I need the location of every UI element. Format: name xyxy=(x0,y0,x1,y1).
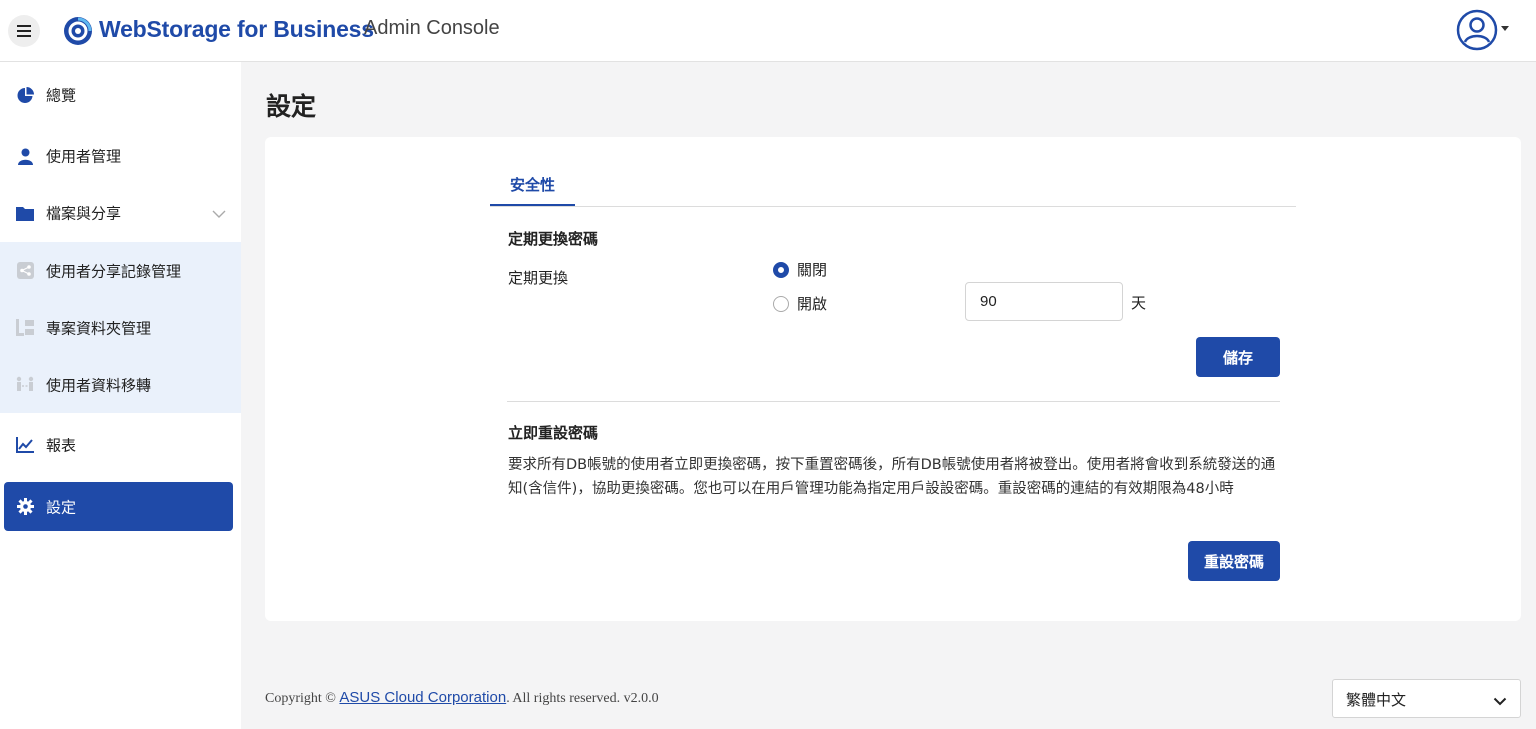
periodic-password-section-title: 定期更換密碼 xyxy=(508,230,599,248)
brand-name: WebStorage for Business xyxy=(99,16,374,42)
pie-chart-icon xyxy=(15,85,35,105)
sidebar-item-reports[interactable]: 報表 xyxy=(0,417,241,473)
radio-unselected-icon[interactable] xyxy=(773,295,789,312)
sidebar-item-files-sharing[interactable]: 檔案與分享 xyxy=(0,185,241,241)
sidebar-item-overview[interactable]: 總覽 xyxy=(0,67,241,123)
reset-password-section-title: 立即重設密碼 xyxy=(508,424,599,442)
language-selected-value: 繁體中文 xyxy=(1346,691,1407,709)
sidebar-item-label: 檔案與分享 xyxy=(46,204,122,223)
account-avatar-icon[interactable] xyxy=(1456,9,1498,51)
sidebar-item-label: 使用者分享記錄管理 xyxy=(46,262,182,280)
settings-card: 安全性 定期更換密碼 定期更換 關閉 開啟 天 儲存 立即重設密碼 要求所有DB… xyxy=(265,137,1521,621)
company-link[interactable]: ASUS Cloud Corporation xyxy=(339,689,506,706)
line-chart-icon xyxy=(15,435,35,455)
menu-toggle-button[interactable] xyxy=(8,15,40,47)
sidebar-item-share-records[interactable]: 使用者分享記錄管理 xyxy=(0,242,241,299)
sidebar-item-label: 專案資料夾管理 xyxy=(46,319,152,337)
brand-subtitle: Admin Console xyxy=(364,17,500,39)
copyright-suffix: . All rights reserved. v2.0.0 xyxy=(506,691,659,706)
sidebar-item-label: 使用者資料移轉 xyxy=(46,376,152,394)
gear-icon xyxy=(15,497,35,517)
hamburger-icon xyxy=(17,25,31,37)
days-unit-label: 天 xyxy=(1131,294,1147,312)
user-icon xyxy=(15,146,35,166)
tab-security[interactable]: 安全性 xyxy=(490,173,575,207)
share-icon xyxy=(15,261,35,281)
sidebar-item-user-management[interactable]: 使用者管理 xyxy=(0,128,241,184)
radio-label-on: 開啟 xyxy=(797,295,828,313)
sidebar-item-settings[interactable]: 設定 xyxy=(4,482,233,531)
page-title: 設定 xyxy=(266,92,317,121)
radio-option-on[interactable]: 開啟 xyxy=(773,293,827,314)
tab-underline-divider xyxy=(490,206,1296,207)
sidebar-item-data-transfer[interactable]: 使用者資料移轉 xyxy=(0,356,241,413)
language-select[interactable]: 繁體中文 xyxy=(1332,679,1521,718)
footer-copyright: Copyright © ASUS Cloud Corporation. All … xyxy=(265,689,659,707)
chevron-down-icon xyxy=(212,204,226,222)
save-button[interactable]: 儲存 xyxy=(1196,337,1280,377)
sidebar-item-label: 設定 xyxy=(46,498,77,516)
account-dropdown-caret-icon[interactable] xyxy=(1501,26,1509,31)
project-folder-icon xyxy=(15,318,35,338)
sidebar-item-project-folders[interactable]: 專案資料夾管理 xyxy=(0,299,241,356)
folder-icon xyxy=(15,203,35,223)
radio-label-off: 關閉 xyxy=(797,261,828,279)
chevron-down-icon xyxy=(1493,692,1507,710)
webstorage-logo-icon xyxy=(64,17,92,45)
reset-password-button[interactable]: 重設密碼 xyxy=(1188,541,1280,581)
copyright-prefix: Copyright © xyxy=(265,691,336,706)
section-divider xyxy=(507,401,1280,402)
top-header: WebStorage for Business Admin Console xyxy=(0,0,1536,62)
periodic-change-label: 定期更換 xyxy=(508,269,569,287)
reset-password-description: 要求所有DB帳號的使用者立即更換密碼，按下重置密碼後，所有DB帳號使用者將被登出… xyxy=(508,457,1276,497)
radio-selected-icon[interactable] xyxy=(773,261,789,278)
sidebar-item-label: 使用者管理 xyxy=(46,147,122,166)
sidebar-item-label: 報表 xyxy=(46,436,77,455)
sidebar-item-label: 總覽 xyxy=(46,86,77,105)
sidebar: 總覽 使用者管理 檔案與分享 使用者分享記錄管理 專案資料夾管理 使用者資料移轉 xyxy=(0,62,241,729)
days-input[interactable] xyxy=(965,282,1123,321)
radio-option-off[interactable]: 關閉 xyxy=(773,259,827,280)
transfer-icon xyxy=(15,375,35,395)
